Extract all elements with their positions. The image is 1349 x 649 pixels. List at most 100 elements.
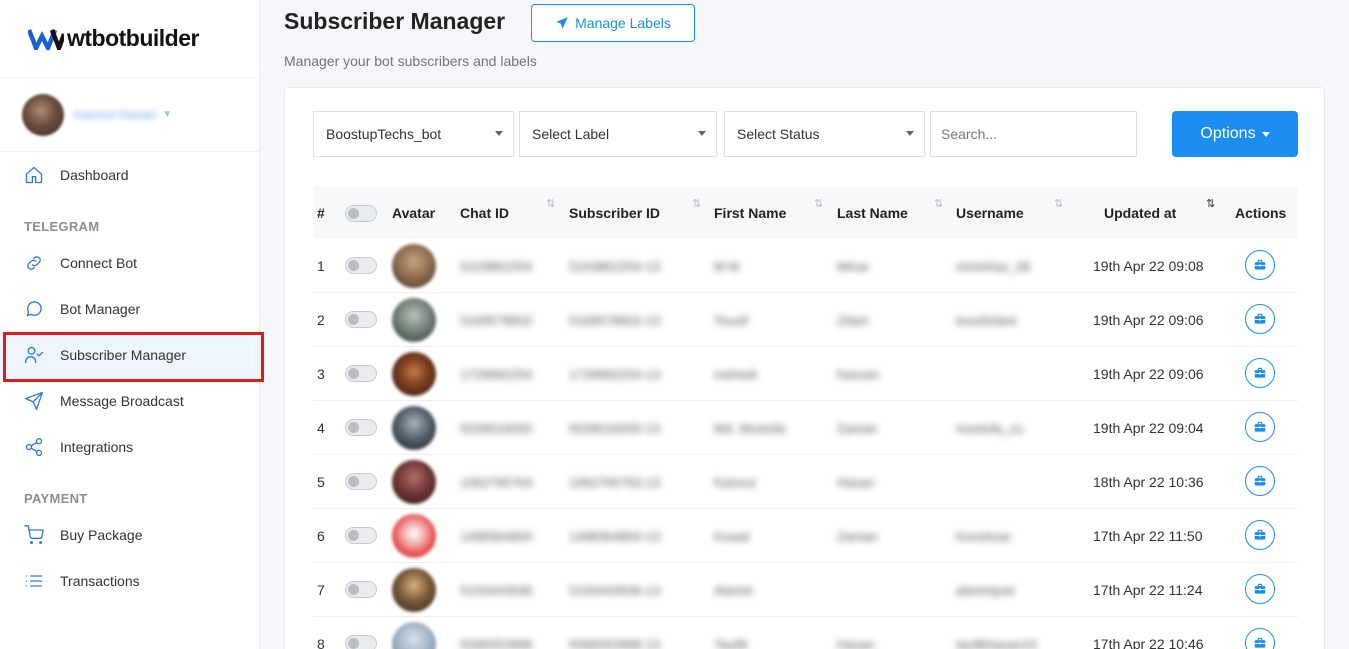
- row-toggle[interactable]: [345, 635, 377, 649]
- status-select-value: Select Status: [737, 126, 820, 142]
- toggle-switch: [345, 204, 377, 222]
- subscriber-avatar: [392, 244, 436, 288]
- manage-labels-button[interactable]: Manage Labels: [531, 4, 695, 42]
- options-button[interactable]: Options: [1172, 111, 1298, 157]
- briefcase-icon: [1254, 637, 1266, 648]
- action-button[interactable]: [1245, 250, 1275, 280]
- sidebar-item-bot-manager[interactable]: Bot Manager: [0, 286, 259, 332]
- sidebar-item-integrations[interactable]: Integrations: [0, 424, 259, 470]
- chevron-down-icon: ▼: [162, 109, 173, 120]
- select-all-toggle[interactable]: [345, 204, 377, 222]
- col-chat-id[interactable]: Chat ID: [460, 205, 509, 221]
- chat-id-cell: 5169578602: [460, 313, 533, 328]
- subscriber-avatar: [392, 514, 436, 558]
- sidebar-item-label: Message Broadcast: [60, 393, 184, 409]
- sort-icon[interactable]: ⇅: [546, 197, 555, 210]
- col-first-name[interactable]: First Name: [714, 205, 786, 221]
- username-cell: mminhaz_06: [956, 259, 1031, 274]
- updated-at-cell: 19th Apr 22 09:04: [1093, 420, 1204, 436]
- brand-logo[interactable]: wtbotbuilder: [0, 0, 259, 78]
- status-select[interactable]: Select Status: [724, 111, 925, 157]
- sidebar-item-connect-bot[interactable]: Connect Bot: [0, 240, 259, 286]
- first-name-cell: Taufik: [714, 637, 748, 649]
- label-select[interactable]: Select Label: [519, 111, 717, 157]
- row-action-button[interactable]: [1245, 628, 1275, 649]
- username-cell: Konokzar: [956, 529, 1011, 544]
- row-toggle[interactable]: [345, 257, 377, 274]
- row-action-button[interactable]: [1245, 574, 1275, 604]
- bot-select[interactable]: BoostupTechs_bot: [313, 111, 514, 157]
- sort-icon[interactable]: ⇅: [1054, 197, 1063, 210]
- updated-at-cell: 19th Apr 22 09:08: [1093, 258, 1204, 274]
- label-select-value: Select Label: [532, 126, 610, 142]
- briefcase-icon: [1254, 583, 1266, 594]
- row-action-button[interactable]: [1245, 466, 1275, 496]
- subscriber-id-cell: 1062795763-13: [569, 475, 661, 490]
- table-row: 3 1729992254 1729992254-13 mehedi hassan 19th…: [313, 347, 1298, 401]
- first-name-cell: mehedi: [714, 367, 757, 382]
- subscriber-id-cell: 5150443936-13: [569, 583, 661, 598]
- action-button[interactable]: [1245, 574, 1275, 604]
- row-toggle[interactable]: [345, 365, 377, 382]
- username-cell: mostofa_zu: [956, 421, 1024, 436]
- manage-labels-label: Manage Labels: [575, 15, 671, 31]
- row-action-button[interactable]: [1245, 304, 1275, 334]
- row-action-button[interactable]: [1245, 520, 1275, 550]
- row-action-button[interactable]: [1245, 412, 1275, 442]
- user-profile[interactable]: Kamrul Hasan ▼: [0, 78, 259, 152]
- bot-select-value: BoostupTechs_bot: [326, 126, 442, 142]
- row-toggle[interactable]: [345, 527, 377, 544]
- chat-id-cell: 5068352898: [460, 637, 533, 649]
- sidebar-item-subscriber-manager[interactable]: Subscriber Manager: [0, 332, 264, 382]
- user-check-icon: [24, 345, 44, 365]
- row-action-button[interactable]: [1245, 358, 1275, 388]
- sidebar-item-buy-package[interactable]: Buy Package: [0, 512, 259, 558]
- user-name: Kamrul Hasan: [74, 107, 157, 122]
- col-updated-at[interactable]: Updated at: [1104, 205, 1176, 221]
- subscriber-avatar: [392, 460, 436, 504]
- list-icon: [24, 571, 44, 591]
- sort-desc-icon[interactable]: ⇅: [1206, 197, 1215, 210]
- first-name-cell: M M: [714, 259, 740, 274]
- action-button[interactable]: [1245, 628, 1275, 649]
- sidebar-item-transactions[interactable]: Transactions: [0, 558, 259, 604]
- chat-id-cell: 1729992254: [460, 367, 533, 382]
- row-action-button[interactable]: [1245, 250, 1275, 280]
- action-button[interactable]: [1245, 304, 1275, 334]
- search-input[interactable]: [930, 111, 1137, 157]
- brand-name: wtbotbuilder: [67, 25, 199, 51]
- avatar: [392, 244, 436, 288]
- sort-icon[interactable]: ⇅: [692, 197, 701, 210]
- sidebar-item-label: Subscriber Manager: [60, 347, 187, 363]
- table-row: 7 5150443936 5150443936-13 Alamin alaminjuel…: [313, 563, 1298, 617]
- col-actions: Actions: [1235, 205, 1287, 221]
- col-last-name[interactable]: Last Name: [837, 205, 908, 221]
- toggle-switch: [345, 365, 377, 382]
- sidebar-item-dashboard[interactable]: Dashboard: [0, 152, 259, 198]
- col-username[interactable]: Username: [956, 205, 1024, 221]
- row-toggle[interactable]: [345, 311, 377, 328]
- first-name-cell: Md. Mostofa: [714, 421, 786, 436]
- subscriber-avatar: [392, 568, 436, 612]
- subscriber-avatar: [392, 622, 436, 649]
- toggle-switch: [345, 311, 377, 328]
- last-name-cell: Zaman: [837, 421, 878, 436]
- action-button[interactable]: [1245, 520, 1275, 550]
- action-button[interactable]: [1245, 412, 1275, 442]
- row-toggle[interactable]: [345, 419, 377, 436]
- subscriber-id-cell: 5103861554-13: [569, 259, 661, 274]
- toggle-switch: [345, 257, 377, 274]
- row-toggle[interactable]: [345, 581, 377, 598]
- sort-icon[interactable]: ⇅: [934, 197, 943, 210]
- action-button[interactable]: [1245, 466, 1275, 496]
- col-subscriber-id[interactable]: Subscriber ID: [569, 205, 660, 221]
- send-icon: [556, 17, 568, 29]
- last-name-cell: Zilani: [837, 313, 869, 328]
- avatar: [22, 93, 64, 136]
- username-cell: tousifzilani: [956, 313, 1017, 328]
- row-toggle[interactable]: [345, 473, 377, 490]
- sort-icon[interactable]: ⇅: [814, 197, 823, 210]
- updated-at-cell: 17th Apr 22 11:24: [1093, 582, 1203, 598]
- sidebar-item-message-broadcast[interactable]: Message Broadcast: [0, 378, 259, 424]
- action-button[interactable]: [1245, 358, 1275, 388]
